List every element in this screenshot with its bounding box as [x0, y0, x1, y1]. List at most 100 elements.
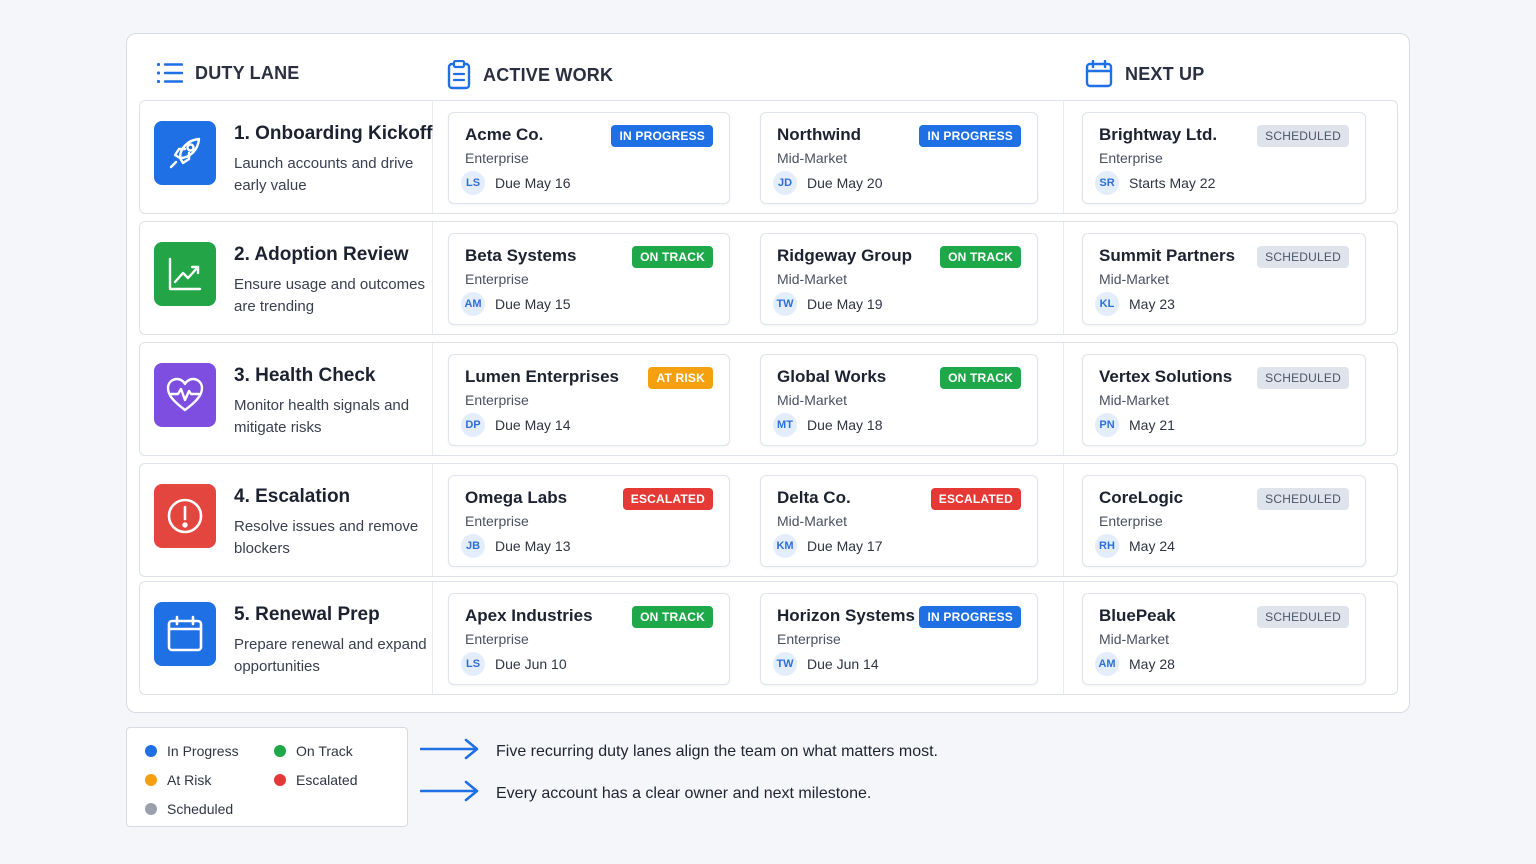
account-card[interactable]: Vertex Solutions SCHEDULED Mid-Market PN May… — [1082, 354, 1366, 446]
status-badge: SCHEDULED — [1257, 367, 1349, 389]
escalated-dot — [274, 774, 286, 786]
account-card[interactable]: BluePeak SCHEDULED Mid-Market AM May 28 — [1082, 593, 1366, 685]
account-segment: Enterprise — [465, 271, 529, 287]
account-card[interactable]: Ridgeway Group ON TRACK Mid-Market TW Due Ma… — [760, 233, 1038, 325]
status-badge: ON TRACK — [940, 367, 1021, 389]
rocket-icon — [154, 121, 216, 185]
account-card[interactable]: CoreLogic SCHEDULED Enterprise RH May 24 — [1082, 475, 1366, 567]
legend-on-track: On Track — [274, 743, 353, 759]
status-badge: ON TRACK — [940, 246, 1021, 268]
duty-board: DUTY LANE ACTIVE WORK NEXT UP 1. Onboard… — [126, 33, 1410, 713]
account-segment: Enterprise — [777, 631, 841, 647]
due-date: May 21 — [1129, 417, 1175, 433]
owner-row: TW Due Jun 14 — [773, 652, 879, 676]
status-badge: SCHEDULED — [1257, 246, 1349, 268]
lane-2-adoption-review[interactable]: 2. Adoption Review Ensure usage and outco… — [154, 242, 434, 315]
status-badge: AT RISK — [648, 367, 713, 389]
calendar-icon — [1085, 60, 1113, 88]
account-card[interactable]: Global Works ON TRACK Mid-Market MT Due May … — [760, 354, 1038, 446]
duty-lane-title: DUTY LANE — [195, 62, 300, 83]
lane-4-escalation[interactable]: 4. Escalation Resolve issues and remove b… — [154, 484, 434, 557]
lane-description: Monitor health signals and mitigate risk… — [234, 397, 410, 436]
account-card[interactable]: Brightway Ltd. SCHEDULED Enterprise SR Start… — [1082, 112, 1366, 204]
account-segment: Enterprise — [465, 513, 529, 529]
arrow-right-icon — [419, 779, 480, 808]
account-card[interactable]: Apex Industries ON TRACK Enterprise LS Due J… — [448, 593, 730, 685]
legend-label: In Progress — [167, 743, 239, 759]
arrow-right-icon — [419, 737, 480, 766]
account-segment: Enterprise — [465, 392, 529, 408]
note-2: Every account has a clear owner and next… — [419, 779, 871, 808]
list-icon — [157, 62, 183, 84]
lane-3-health-check[interactable]: 3. Health Check Monitor health signals an… — [154, 363, 434, 436]
due-date: Due May 18 — [807, 417, 883, 433]
due-date: Due May 17 — [807, 538, 883, 554]
account-name: Global Works — [777, 367, 887, 386]
column-divider — [1063, 101, 1064, 213]
account-card[interactable]: Northwind IN PROGRESS Mid-Market JD Due May … — [760, 112, 1038, 204]
legend-scheduled: Scheduled — [145, 801, 233, 817]
lane-row: 2. Adoption Review Ensure usage and outco… — [139, 221, 1398, 335]
due-date: Due May 15 — [495, 296, 571, 312]
lane-1-onboarding-kickoff[interactable]: 1. Onboarding Kickoff Launch accounts and… — [154, 121, 434, 194]
account-segment: Mid-Market — [777, 150, 848, 166]
status-badge: IN PROGRESS — [919, 125, 1021, 147]
next-up-header: NEXT UP — [1085, 60, 1204, 88]
owner-row: KM Due May 17 — [773, 534, 882, 558]
account-segment: Mid-Market — [777, 271, 848, 287]
status-legend: In Progress On Track At Risk Escalated S… — [126, 727, 408, 827]
avatar: PN — [1095, 413, 1119, 437]
at-risk-dot — [145, 774, 157, 786]
note-1: Five recurring duty lanes align the team… — [419, 737, 938, 766]
account-name: Northwind — [777, 125, 862, 144]
status-badge: ESCALATED — [930, 488, 1021, 510]
lane-description: Launch accounts and drive early value — [234, 155, 414, 194]
scheduled-dot — [145, 803, 157, 815]
legend-at-risk: At Risk — [145, 772, 211, 788]
legend-label: Escalated — [296, 772, 358, 788]
due-date: Due May 14 — [495, 417, 571, 433]
lane-title: 5. Renewal Prep — [234, 604, 380, 625]
avatar: LS — [461, 652, 485, 676]
lane-description: Prepare renewal and expand opportunities — [234, 636, 427, 675]
due-date: May 24 — [1129, 538, 1175, 554]
avatar: SR — [1095, 171, 1119, 195]
owner-row: AM Due May 15 — [461, 292, 570, 316]
account-card[interactable]: Omega Labs ESCALATED Enterprise JB Due May 1… — [448, 475, 730, 567]
account-segment: Enterprise — [1099, 150, 1163, 166]
due-date: Due May 20 — [807, 175, 883, 191]
status-badge: SCHEDULED — [1257, 606, 1349, 628]
status-badge: IN PROGRESS — [611, 125, 713, 147]
due-date: Due Jun 10 — [495, 656, 567, 672]
avatar: MT — [773, 413, 797, 437]
lane-5-renewal-prep[interactable]: 5. Renewal Prep Prepare renewal and expan… — [154, 602, 434, 675]
avatar: LS — [461, 171, 485, 195]
lane-title: 4. Escalation — [234, 486, 351, 507]
account-segment: Enterprise — [465, 631, 529, 647]
lane-title: 3. Health Check — [234, 365, 376, 386]
lane-title: 2. Adoption Review — [234, 244, 409, 265]
account-name: Omega Labs — [465, 488, 568, 507]
account-card[interactable]: Summit Partners SCHEDULED Mid-Market KL May … — [1082, 233, 1366, 325]
account-name: BluePeak — [1099, 606, 1176, 625]
lane-row: 1. Onboarding Kickoff Launch accounts and… — [139, 100, 1398, 214]
legend-label: On Track — [296, 743, 353, 759]
in-progress-dot — [145, 745, 157, 757]
column-divider — [1063, 464, 1064, 576]
heartbeat-icon — [154, 363, 216, 427]
account-card[interactable]: Beta Systems ON TRACK Enterprise AM Due May … — [448, 233, 730, 325]
account-card[interactable]: Lumen Enterprises AT RISK Enterprise DP Due … — [448, 354, 730, 446]
lane-title: 1. Onboarding Kickoff — [234, 123, 433, 144]
status-badge: ON TRACK — [632, 606, 713, 628]
account-card[interactable]: Horizon Systems IN PROGRESS Enterprise TW Du… — [760, 593, 1038, 685]
owner-row: PN May 21 — [1095, 413, 1175, 437]
legend-in-progress: In Progress — [145, 743, 239, 759]
account-card[interactable]: Acme Co. IN PROGRESS Enterprise LS Due May 1… — [448, 112, 730, 204]
avatar: DP — [461, 413, 485, 437]
trending-chart-icon — [154, 242, 216, 306]
account-name: Acme Co. — [465, 125, 544, 144]
account-card[interactable]: Delta Co. ESCALATED Mid-Market KM Due May 17 — [760, 475, 1038, 567]
account-segment: Mid-Market — [1099, 392, 1170, 408]
status-badge: SCHEDULED — [1257, 488, 1349, 510]
calendar-icon — [154, 602, 216, 666]
